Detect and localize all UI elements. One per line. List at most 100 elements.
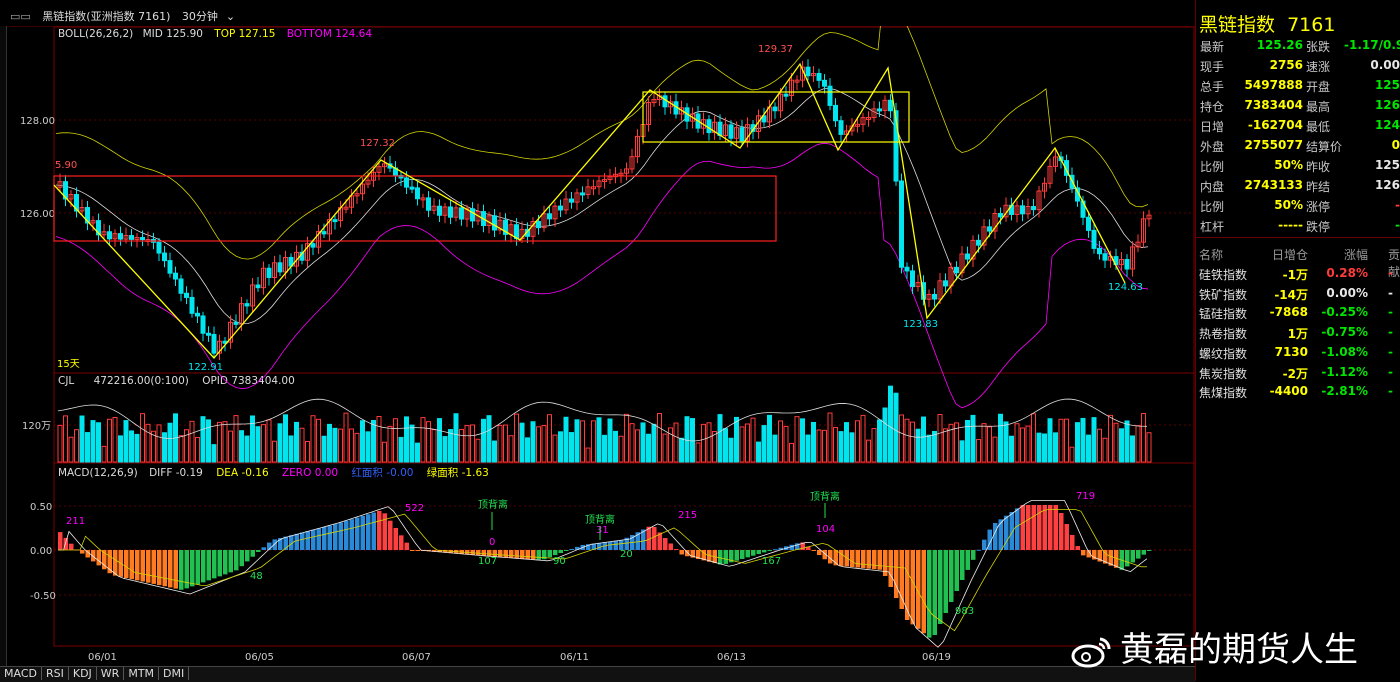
volume-bar xyxy=(288,435,294,463)
tab-macd[interactable]: MACD xyxy=(0,667,42,680)
volume-bar xyxy=(332,427,338,463)
candle-body xyxy=(965,253,970,260)
macd-bar xyxy=(993,523,998,550)
volume-bar xyxy=(976,439,981,463)
macd-bar xyxy=(305,531,310,550)
volume-bar xyxy=(701,423,706,463)
volume-bar xyxy=(662,433,668,463)
volume-bar xyxy=(134,433,140,463)
period-selector[interactable]: 30分钟 ⌄ xyxy=(182,10,243,23)
index-change: -1万 xyxy=(1282,268,1308,282)
index-change: -14万 xyxy=(1274,287,1308,302)
macd-bar xyxy=(1141,550,1146,555)
quote-value: 50% xyxy=(1274,198,1303,212)
volume-bar xyxy=(794,416,800,463)
quote-row: 杠杆 ----- 跌停 - xyxy=(1196,218,1400,238)
index-row[interactable]: 热卷指数 1万 -0.75% - xyxy=(1196,325,1400,344)
tab-rsi[interactable]: RSI xyxy=(41,667,69,680)
volume-bar xyxy=(508,435,514,463)
macd-bar xyxy=(569,548,574,550)
volume-bar xyxy=(679,437,684,463)
quote-value: 125.26 xyxy=(1256,38,1303,52)
volume-bar xyxy=(800,418,805,463)
window-icon[interactable]: ▭▭ xyxy=(10,10,31,23)
quote-label: 总手 xyxy=(1200,80,1225,94)
volume-bar xyxy=(1069,446,1075,463)
volume-bar xyxy=(635,429,640,463)
kline-chart[interactable]: 128.00 126.00 5.90 120万 0.50 0.00 -0.50 … xyxy=(0,26,1195,666)
volume-bar xyxy=(426,421,431,463)
tab-mtm[interactable]: MTM xyxy=(124,667,160,680)
macd-bar xyxy=(877,550,882,570)
volume-bar xyxy=(200,416,206,463)
chart-title-area: ▭▭ 黑链指数(亚洲指数 7161) 30分钟 ⌄ xyxy=(10,8,251,24)
volume-bar xyxy=(283,414,288,463)
volume-bar xyxy=(937,414,943,463)
tab-wr[interactable]: WR xyxy=(96,667,125,680)
index-row[interactable]: 焦煤指数 -4400 -2.81% - xyxy=(1196,384,1400,403)
left-scroll-gutter[interactable] xyxy=(0,26,7,666)
index-row[interactable]: 锰硅指数 -7868 -0.25% - xyxy=(1196,305,1400,324)
candle-body xyxy=(877,108,882,112)
macd-bar xyxy=(894,550,899,598)
price-anno-124: 124.63 xyxy=(1108,282,1143,293)
volume-bar xyxy=(1102,437,1108,463)
volume-bar xyxy=(371,420,376,463)
volume-bar xyxy=(893,392,899,463)
quote-value: 126 xyxy=(1374,98,1400,112)
candle-body xyxy=(448,206,453,218)
macd-red-area: 红面积 -0.00 xyxy=(351,466,413,479)
macd-bar xyxy=(377,510,382,550)
index-row[interactable]: 铁矿指数 -14万 0.00% - xyxy=(1196,286,1400,305)
volume-bar xyxy=(244,435,250,463)
macd-bar xyxy=(1064,524,1069,550)
macd-bar xyxy=(388,520,393,550)
volume-bar xyxy=(695,442,701,463)
volume-bar xyxy=(475,438,481,463)
volume-bar xyxy=(310,415,316,463)
divergence-label-3: 顶背离 xyxy=(810,490,840,503)
index-extra: - xyxy=(1388,325,1393,340)
quote-label: 最低 xyxy=(1306,120,1331,134)
volume-bar xyxy=(596,417,602,463)
index-row[interactable]: 硅铁指数 -1万 0.28% - xyxy=(1196,266,1400,285)
volume-bar xyxy=(877,419,882,463)
index-row[interactable]: 焦炭指数 -2万 -1.12% - xyxy=(1196,365,1400,384)
candle-body xyxy=(783,93,789,97)
candle-body xyxy=(107,231,112,240)
tab-kdj[interactable]: KDJ xyxy=(68,667,97,680)
quote-value: - xyxy=(1395,198,1400,212)
candle-body xyxy=(932,293,937,300)
volume-bar xyxy=(1020,427,1025,463)
index-row[interactable]: 螺纹指数 7130 -1.08% - xyxy=(1196,345,1400,364)
volume-bar xyxy=(354,432,360,463)
volume-bar xyxy=(470,424,475,463)
macd-bar xyxy=(1059,513,1064,550)
macd-bar xyxy=(954,550,959,591)
volume-bar xyxy=(1086,434,1091,463)
trend-zigzag xyxy=(53,62,1126,359)
volume-bar xyxy=(63,415,68,463)
volume-bar xyxy=(321,435,327,463)
volume-bar xyxy=(618,435,624,463)
macd-bar xyxy=(553,550,558,556)
volume-bar xyxy=(838,431,844,463)
tab-dmi[interactable]: DMI xyxy=(159,667,190,680)
volume-bar xyxy=(382,441,387,463)
quote-value: 2755077 xyxy=(1244,138,1303,152)
volume-bar xyxy=(585,447,591,463)
index-change: -2万 xyxy=(1282,366,1308,381)
candle-body xyxy=(233,321,239,325)
macd-bar xyxy=(410,550,415,551)
volume-bar xyxy=(239,430,244,463)
volume-bar xyxy=(365,431,371,463)
volume-bar xyxy=(1036,432,1042,463)
volume-bar xyxy=(915,428,921,463)
boll-name: BOLL(26,26,2) xyxy=(58,28,133,40)
candle-body xyxy=(1020,205,1025,215)
quote-label: 最新 xyxy=(1200,40,1225,54)
volume-bar xyxy=(888,385,893,463)
macd-bar xyxy=(663,538,668,550)
macd-bar xyxy=(723,550,728,564)
macd-bar xyxy=(1125,550,1130,567)
